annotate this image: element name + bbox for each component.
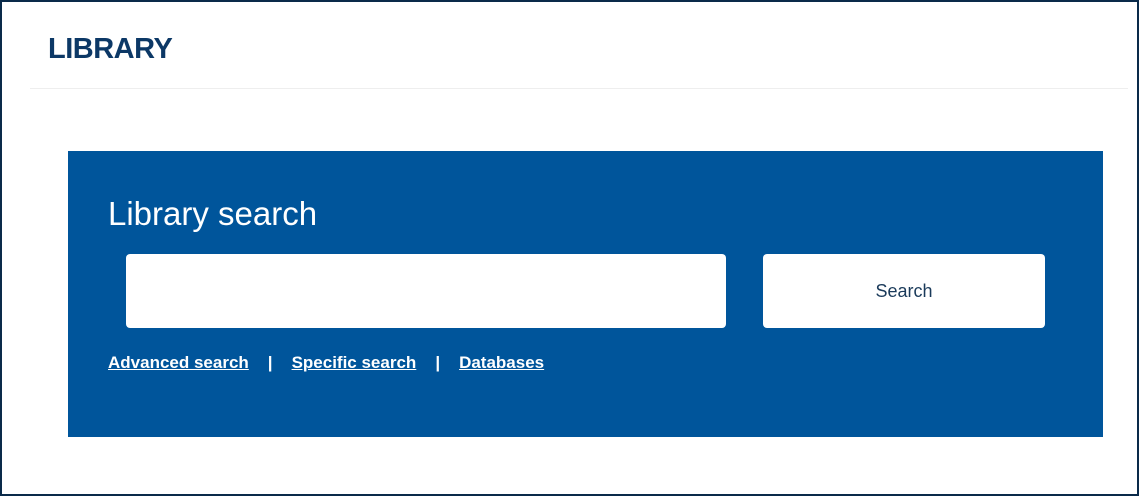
search-input[interactable] [126,254,726,328]
search-links: Advanced search | Specific search | Data… [108,353,544,373]
library-search-panel: Library search Search Advanced search | … [68,151,1103,437]
advanced-search-link[interactable]: Advanced search [108,353,249,373]
search-button[interactable]: Search [763,254,1045,328]
search-title: Library search [108,195,318,232]
site-logo[interactable]: LIBRARY [48,33,173,66]
link-separator: | [435,353,441,372]
link-separator: | [267,353,273,372]
databases-link[interactable]: Databases [459,353,544,373]
site-header: LIBRARY [30,0,1128,89]
specific-search-link[interactable]: Specific search [292,353,417,373]
